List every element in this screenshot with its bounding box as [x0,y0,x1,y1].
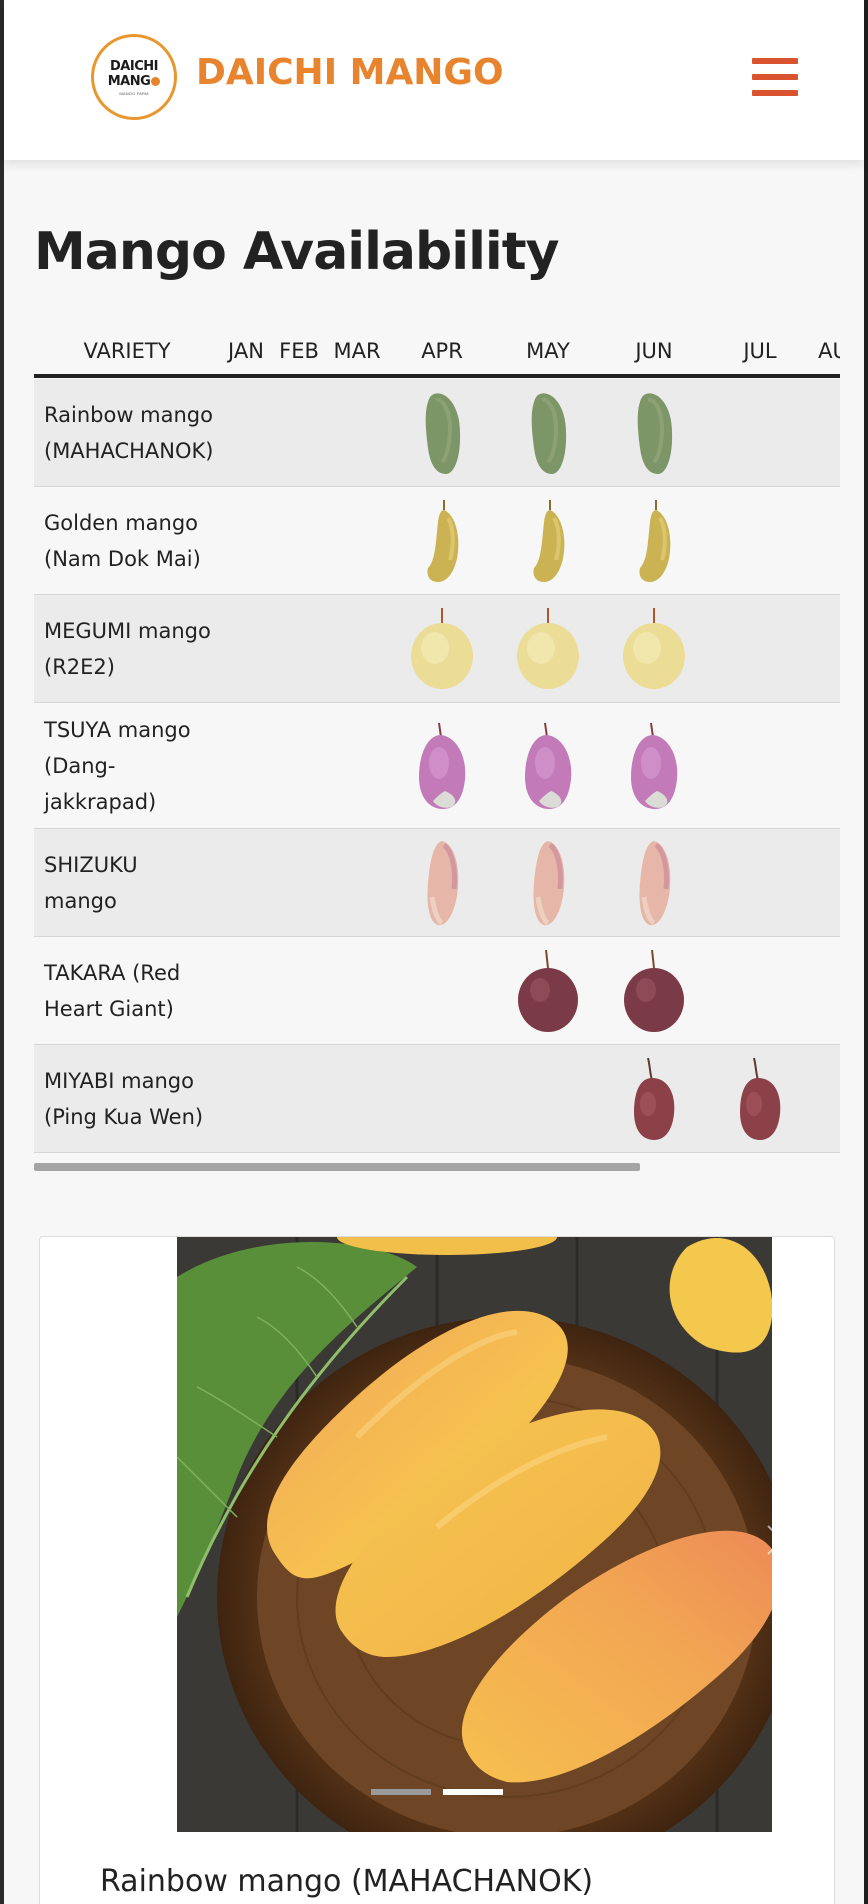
pale-yellow-mango-icon [411,607,473,689]
slider-dot-2[interactable] [443,1789,503,1795]
pink-mango-icon [419,722,466,809]
logo-text-line1: DAICHI [110,58,158,74]
slide-caption: Rainbow mango (MAHACHANOK) [100,1864,594,1899]
scrollbar-thumb[interactable] [34,1163,640,1171]
menu-bar [752,58,798,64]
variety-label: TSUYA mango (Dang-jakkrapad) [44,717,191,814]
variety-label: MIYABI mango (Ping Kua Wen) [44,1068,204,1129]
column-header-feb: FEB [279,339,319,363]
slide-image[interactable] [177,1237,772,1832]
table-row: TAKARA (Red Heart Giant) [34,937,840,1045]
table-horizontal-scrollbar[interactable] [34,1163,840,1171]
golden-mango-icon [533,499,565,582]
column-header-variety: VARIETY [83,339,171,363]
menu-bar [752,90,798,96]
pink-long-mango-icon [427,840,459,925]
pink-long-mango-icon [533,840,565,925]
slider-dot-1[interactable] [371,1789,431,1795]
hamburger-menu-icon[interactable] [752,58,798,96]
table-header-row: VARIETY JAN FEB MAR APR MAY JUN JUL AU [34,330,840,378]
page-title: Mango Availability [34,222,559,282]
mango-photo [177,1237,772,1832]
window-frame-left [0,0,4,1904]
logo-text-line3: MANGO FARM [119,90,149,96]
variety-label: SHIZUKU mango [44,852,138,913]
column-header-jul: JUL [743,339,777,363]
red-round-mango-icon [624,949,684,1032]
table-row: SHIZUKU mango [34,829,840,937]
column-header-may: MAY [526,339,570,363]
table-row: Rainbow mango (MAHACHANOK) [34,379,840,487]
chevron-right-icon[interactable] [760,1520,790,1560]
column-header-jan: JAN [228,339,264,363]
variety-label: Rainbow mango (MAHACHANOK) [44,402,214,463]
golden-mango-icon [639,499,671,582]
logo-text-line2: MANG [108,74,161,89]
red-small-mango-icon [634,1057,675,1140]
column-header-jun: JUN [635,339,673,363]
green-mango-icon [425,392,461,474]
pale-yellow-mango-icon [623,607,685,689]
variety-label: TAKARA (Red Heart Giant) [44,960,181,1021]
pink-mango-icon [631,722,678,809]
chevron-right-glyph [767,1525,784,1555]
green-mango-icon [531,392,567,474]
logo-badge[interactable]: DAICHI MANG MANGO FARM [91,34,177,120]
table-row: Golden mango (Nam Dok Mai) [34,487,840,595]
table-row: MIYABI mango (Ping Kua Wen) [34,1045,840,1153]
variety-label: Golden mango (Nam Dok Mai) [44,510,201,571]
logo-mango-dot-icon [151,76,161,86]
slider-pagination [371,1789,503,1795]
column-header-aug: AU [818,339,840,363]
variety-label: MEGUMI mango (R2E2) [44,618,211,679]
site-header: DAICHI MANG MANGO FARM DAICHI MANGO [4,0,864,160]
table-row: TSUYA mango (Dang-jakkrapad) [34,703,840,829]
brand-name[interactable]: DAICHI MANGO [196,52,504,93]
red-round-mango-icon [518,949,578,1032]
window-frame-right [864,0,868,1904]
column-header-mar: MAR [333,339,381,363]
pink-mango-icon [525,722,572,809]
green-mango-icon [637,392,673,474]
red-small-mango-icon [740,1057,781,1140]
column-header-apr: APR [421,339,463,363]
pink-long-mango-icon [639,840,671,925]
golden-mango-icon [427,499,459,582]
table-row: MEGUMI mango (R2E2) [34,595,840,703]
pale-yellow-mango-icon [517,607,579,689]
logo-text-mang: MANG [107,73,151,89]
availability-table[interactable]: VARIETY JAN FEB MAR APR MAY JUN JUL AU R… [34,330,840,1155]
menu-bar [752,74,798,80]
